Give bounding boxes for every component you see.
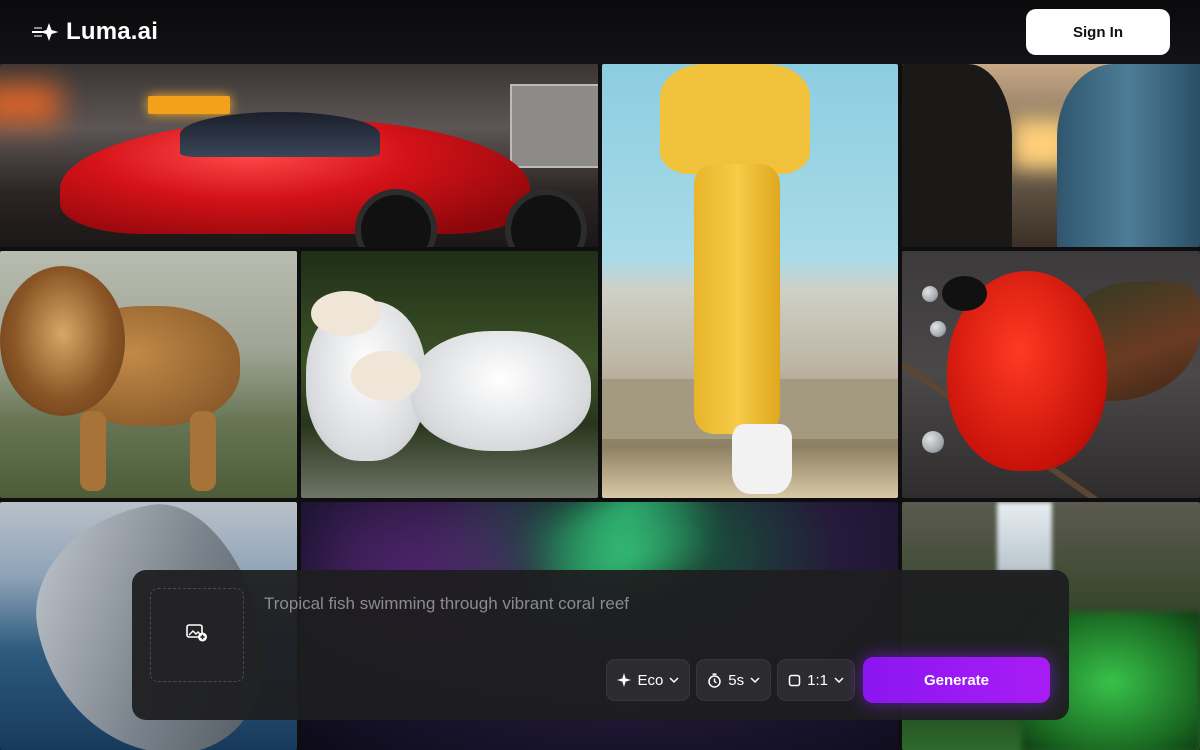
gallery-tile-lion[interactable] — [0, 251, 297, 498]
duration-label: 5s — [728, 671, 745, 689]
brand-logo[interactable]: Luma.ai — [30, 18, 158, 46]
luma-logo-icon — [30, 21, 60, 43]
generation-controls: Eco 5s 1:1 Generate — [606, 657, 1050, 703]
gallery-tile-yellow-outfit[interactable] — [602, 64, 898, 498]
gallery-tile-cardinal[interactable] — [902, 251, 1200, 498]
chevron-down-icon — [750, 676, 760, 684]
mode-select[interactable]: Eco — [606, 659, 691, 701]
sign-in-button[interactable]: Sign In — [1026, 9, 1170, 55]
prompt-input[interactable] — [262, 590, 1036, 618]
chevron-down-icon — [669, 676, 679, 684]
chevron-down-icon — [834, 676, 844, 684]
square-icon — [788, 674, 801, 687]
image-add-icon — [186, 623, 208, 647]
mode-label: Eco — [637, 671, 664, 689]
timer-icon — [707, 672, 722, 688]
aspect-ratio-select[interactable]: 1:1 — [777, 659, 855, 701]
gallery-tile-sports-car[interactable] — [0, 64, 598, 247]
top-bar: Luma.ai Sign In — [0, 0, 1200, 64]
sparkle-icon — [617, 673, 632, 687]
brand-name: Luma.ai — [66, 18, 159, 45]
image-upload-button[interactable] — [150, 588, 244, 682]
gallery-tile-white-horses[interactable] — [301, 251, 598, 498]
aspect-ratio-label: 1:1 — [807, 671, 828, 689]
gallery-tile-couple-sunset[interactable] — [902, 64, 1200, 247]
generate-button[interactable]: Generate — [863, 657, 1050, 703]
duration-select[interactable]: 5s — [696, 659, 772, 701]
prompt-panel: Eco 5s 1:1 — [132, 570, 1069, 720]
